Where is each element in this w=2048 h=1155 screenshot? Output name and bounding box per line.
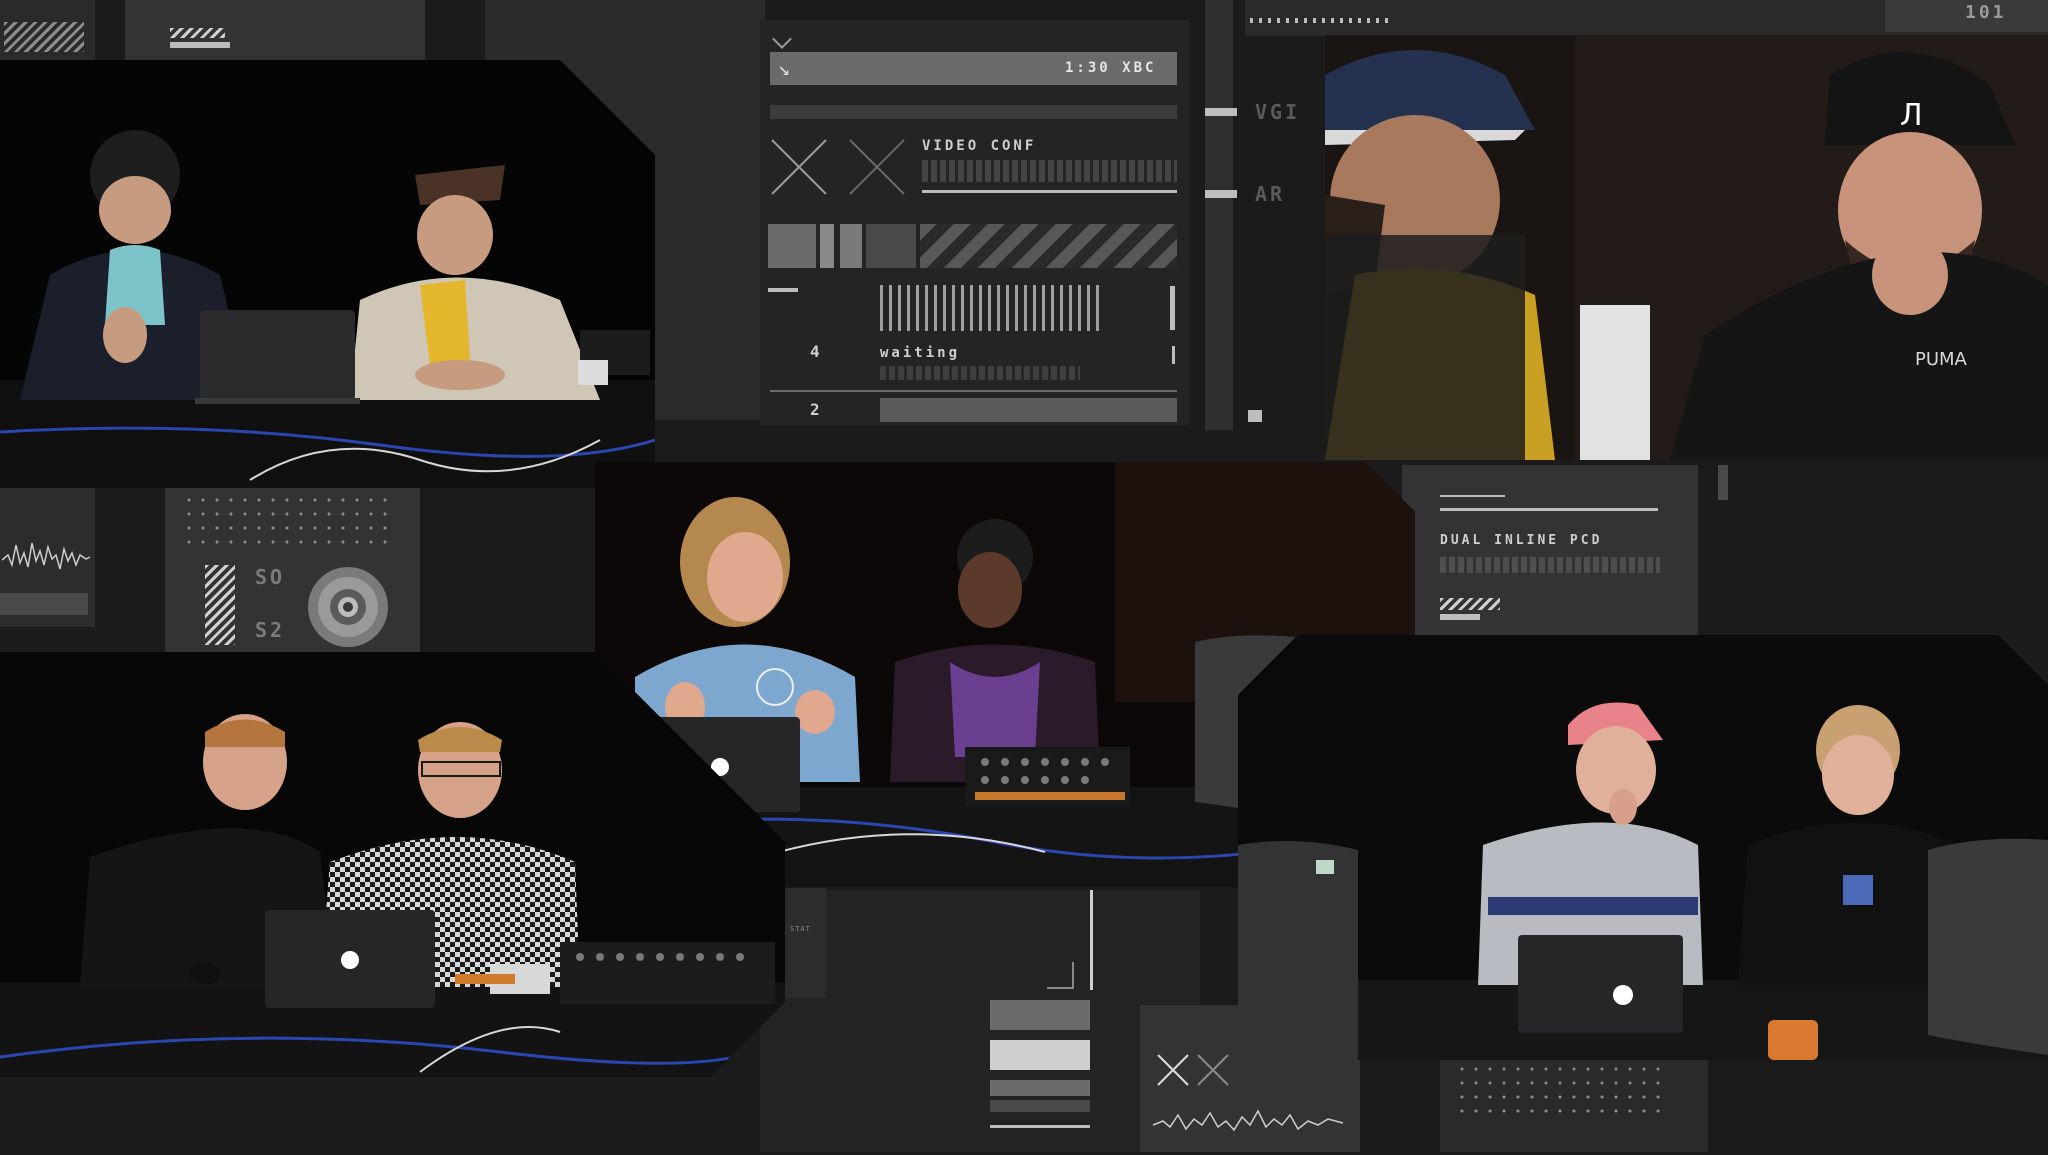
dual-inline-hatch: [1440, 598, 1500, 610]
waiting-underline: [770, 390, 1177, 392]
side-label-vgi: VGI: [1255, 100, 1301, 124]
dual-inline-bar: [1440, 614, 1480, 620]
svg-text:PUMA: PUMA: [1915, 349, 1968, 370]
side-label-ar: AR: [1255, 182, 1286, 206]
rail-tick-1: [1205, 108, 1237, 116]
hud-block-3: [840, 224, 862, 268]
small-stat-label: STAT: [790, 925, 811, 933]
dual-inline-title: DUAL INLINE PCD: [1440, 533, 1603, 548]
hud-vertical-rail: [1205, 0, 1233, 430]
meter-end: [1170, 286, 1175, 330]
video-conf-title: VIDEO CONF: [922, 138, 1037, 154]
x-mark-icon: [771, 139, 905, 195]
hud-block-2: [820, 224, 834, 268]
bottom-stack-2: [990, 1040, 1090, 1070]
hud-block-1: [768, 224, 816, 268]
waveform-graphic: [2, 542, 91, 570]
waiting-bracket: [1172, 346, 1175, 364]
meter-ticks: [880, 285, 1100, 331]
svg-text:Л: Л: [1900, 98, 1923, 133]
waveform-footer: [0, 593, 88, 615]
counter-b: 2: [810, 400, 823, 419]
dual-inline-line-1: [1440, 495, 1505, 497]
hud-block-4: [866, 224, 916, 268]
top-dashes: [1250, 18, 1390, 23]
counter-a: 4: [810, 342, 823, 361]
vinyl-hatch: [205, 565, 235, 645]
bottom-vertical-rail: [1090, 890, 1093, 990]
timecode-label: 1:30 XBC: [1065, 60, 1157, 76]
bottom-stack-3: [990, 1080, 1090, 1096]
waiting-text: [880, 366, 1080, 380]
top-right-counter: 101: [1965, 2, 2007, 23]
meter-line: [768, 288, 798, 292]
hud-panel-bottom-left: [760, 890, 1200, 1152]
progress-bar: [880, 398, 1177, 422]
hud-bar-top: [170, 42, 230, 48]
hud-stripes: [920, 224, 1177, 268]
dual-inline-line-2: [1440, 508, 1658, 511]
rail-tick-2: [1205, 190, 1237, 198]
hud-dots-bottom: [1455, 1062, 1670, 1122]
hud-panel-small-stat: [782, 888, 826, 998]
photo-two-men-caps: Л PUMA: [1325, 35, 2048, 460]
hud-hatch-top: [170, 28, 225, 38]
video-conf-underline: [922, 190, 1177, 193]
dual-inline-text: [1440, 557, 1660, 573]
photo-two-men-laptop: [0, 60, 655, 488]
hud-dots-left: [182, 493, 392, 551]
rail-square: [1248, 410, 1262, 422]
hud-hatch-top-left: [4, 22, 84, 52]
bottom-stack-4: [990, 1100, 1090, 1112]
hud-underline-1: [770, 105, 1177, 119]
vinyl-record-icon: [308, 567, 388, 647]
bottom-line: [990, 1125, 1090, 1128]
caret-icon: [1047, 962, 1074, 989]
photo-two-men-speakers: [1238, 635, 2048, 1060]
vinyl-label-top: SO: [255, 565, 286, 589]
waiting-label: waiting: [880, 345, 961, 361]
diagonal-arrow-icon: ↘: [778, 56, 791, 80]
video-conf-text: [922, 160, 1177, 182]
vinyl-label-bottom: S2: [255, 618, 286, 642]
bottom-stack-1: [990, 1000, 1090, 1030]
dual-inline-rail: [1718, 465, 1728, 500]
